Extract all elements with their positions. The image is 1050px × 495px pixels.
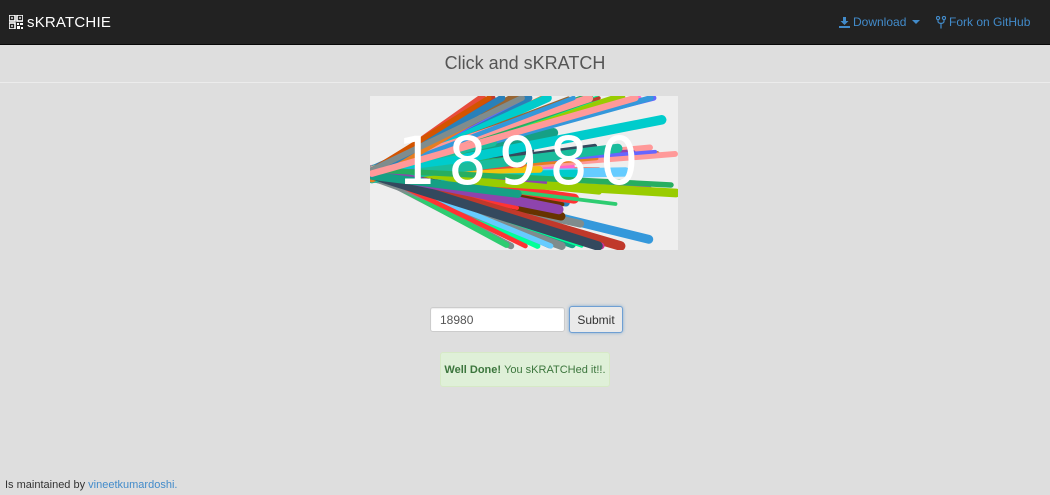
- title-band: Click and sKRATCH: [0, 45, 1050, 83]
- page-title: Click and sKRATCH: [444, 53, 606, 73]
- download-icon: [839, 16, 850, 28]
- qrcode-icon: [9, 15, 23, 29]
- alert-message: You sKRATCHed it!!.: [504, 363, 606, 376]
- brand[interactable]: sKRATCHIE: [9, 0, 111, 44]
- footer-prefix: Is maintained by: [5, 479, 86, 491]
- fork-on-github-link[interactable]: Fork on GitHub: [936, 0, 1030, 44]
- navbar: sKRATCHIE Download Fork on GitHub: [0, 0, 1050, 45]
- chevron-down-icon: [912, 20, 921, 24]
- submit-button[interactable]: Submit: [569, 306, 623, 333]
- captcha-number: 18980: [397, 122, 651, 200]
- fork-label: Fork on GitHub: [949, 15, 1031, 29]
- fork-icon: [936, 15, 946, 29]
- footer: Is maintained by vineetkumardoshi.: [5, 479, 177, 491]
- alert-strong: Well Done!: [444, 363, 502, 376]
- captcha-canvas[interactable]: 18980: [370, 96, 678, 250]
- success-alert: Well Done! You sKRATCHed it!!.: [440, 352, 610, 387]
- download-label: Download: [853, 15, 907, 29]
- answer-input[interactable]: [430, 307, 565, 332]
- download-dropdown[interactable]: Download: [839, 0, 921, 44]
- author-link[interactable]: vineetkumardoshi.: [88, 479, 177, 491]
- brand-label: sKRATCHIE: [27, 13, 112, 31]
